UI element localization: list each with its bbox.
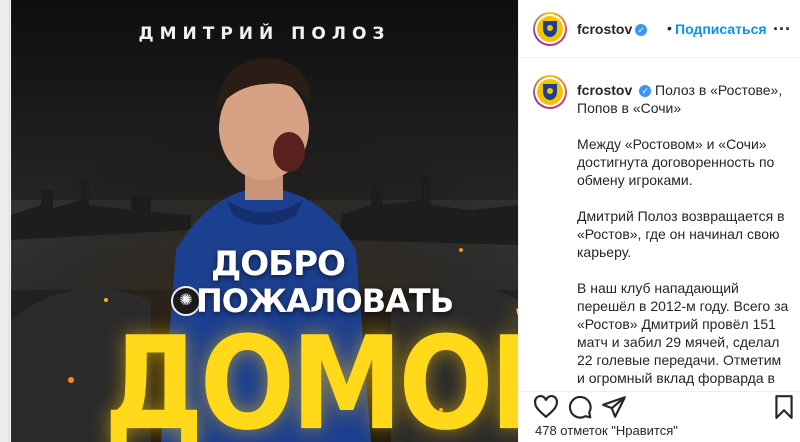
caption-paragraph: Дмитрий Полоз возвращается в «Ростов», г…: [577, 208, 785, 260]
image-headline-line3: ДОМОЙ: [104, 309, 518, 442]
image-player-name: ДМИТРИЙ ПОЛОЗ: [138, 24, 391, 44]
header-separator: •: [667, 20, 672, 36]
likes-count[interactable]: 478 отметок "Нравится": [535, 423, 678, 438]
verified-badge-icon: ✓: [639, 85, 652, 98]
post-image[interactable]: ДМИТРИЙ ПОЛОЗ ДОБРО ✺ ПОЖАЛОВАТЬ ДОМОЙ: [11, 0, 518, 442]
club-crest-icon: [537, 79, 563, 105]
share-icon[interactable]: [601, 394, 627, 420]
post-side-panel: fcrostov ✓ • Подписаться ... fcrostov ✓ П…: [518, 0, 800, 442]
instagram-post-modal: ДМИТРИЙ ПОЛОЗ ДОБРО ✺ ПОЖАЛОВАТЬ ДОМОЙ f…: [0, 0, 800, 442]
caption-avatar[interactable]: [533, 75, 567, 109]
heart-icon[interactable]: [533, 394, 559, 420]
post-header: fcrostov ✓ • Подписаться ...: [519, 0, 800, 58]
caption-paragraph: Между «Ростовом» и «Сочи» достигнута дог…: [577, 136, 775, 188]
username-link[interactable]: fcrostov: [577, 21, 632, 37]
bookmark-icon[interactable]: [771, 394, 797, 420]
caption-scroll-area[interactable]: fcrostov ✓ Полоз в «Ростове», Попов в «С…: [519, 59, 800, 391]
avatar[interactable]: [533, 12, 567, 46]
more-options-icon[interactable]: ...: [773, 14, 791, 35]
comment-icon[interactable]: [567, 394, 593, 420]
club-crest-icon: [537, 16, 563, 42]
caption-paragraph: В наш клуб нападающий перешёл в 2012-м г…: [577, 280, 789, 391]
header-username[interactable]: fcrostov ✓: [577, 21, 648, 37]
post-actions-bar: [519, 391, 800, 419]
follow-button[interactable]: Подписаться: [675, 21, 767, 37]
background-strip: [0, 0, 10, 442]
caption-text: fcrostov ✓ Полоз в «Ростове», Попов в «С…: [577, 81, 791, 391]
verified-badge-icon: ✓: [635, 24, 648, 37]
image-headline-line1: ДОБРО: [211, 244, 346, 284]
caption-username[interactable]: fcrostov: [577, 82, 632, 98]
